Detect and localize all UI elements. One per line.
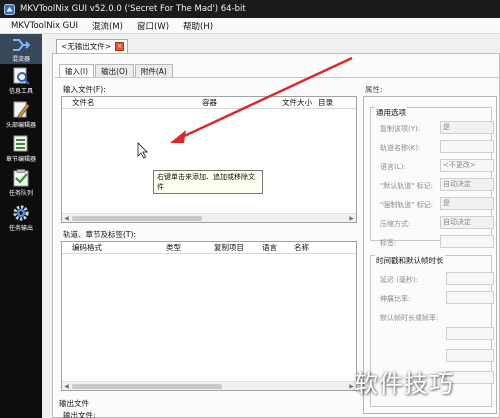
job-queue-icon — [13, 169, 29, 187]
properties-title: 属性: — [365, 85, 383, 94]
sidebar-item-chapter-editor[interactable]: 章节编辑器 — [0, 135, 42, 165]
sidebar-item-info-tool[interactable]: 信息工具 — [0, 67, 42, 97]
title-bar: MKVToolNix GUI v52.0.0 ('Secret For The … — [0, 0, 500, 18]
default-track-flag-select[interactable]: 自动决定 — [440, 178, 494, 191]
forced-track-flag-select[interactable]: 是 — [440, 197, 494, 210]
column-header-name[interactable]: 名称 — [294, 242, 309, 253]
column-header-directory[interactable]: 目录 — [318, 97, 333, 108]
delay-input[interactable] — [446, 272, 494, 285]
sidebar-label-chapter-editor: 章节编辑器 — [5, 156, 36, 163]
output-file-label: 输出文件: — [63, 411, 96, 418]
copy-item-label: 复制该项(Y): — [380, 125, 421, 133]
timing-group-title: 时间戳和默认帧时长 — [375, 255, 445, 266]
document-tab-label: <无输出文件> — [61, 42, 112, 51]
input-files-hscrollbar[interactable]: ◀ ▶ — [62, 213, 356, 222]
column-header-file-size[interactable]: 文件大小 — [282, 97, 312, 108]
column-header-type[interactable]: 类型 — [166, 242, 181, 253]
tracks-label: 轨道、章节及标签(T): — [63, 230, 136, 239]
sub-tab-bar: 输入(I) 输出(O) 附件(A) — [59, 64, 174, 77]
column-header-copy-item[interactable]: 复制项目 — [214, 242, 244, 253]
language-label: 语言(L): — [380, 163, 406, 171]
sidebar-item-header-editor[interactable]: 头部编辑器 — [0, 101, 42, 131]
sidebar-label-merge: 混流器 — [11, 56, 30, 63]
stretch-ratio-label: 伸展比率: — [380, 295, 411, 303]
menu-help[interactable]: 帮助(H) — [176, 20, 220, 32]
tab-attachments[interactable]: 附件(A) — [134, 64, 173, 77]
scroll-right-icon[interactable]: ▶ — [347, 214, 356, 222]
language-select[interactable]: <不更改> — [440, 159, 494, 172]
app-icon — [4, 3, 15, 15]
document-tab[interactable]: <无输出文件> × — [56, 39, 129, 53]
tab-output[interactable]: 输出(O) — [95, 64, 134, 77]
default-duration-input[interactable] — [446, 327, 494, 340]
menu-mkvtoolnix[interactable]: MKVToolNix GUI — [4, 21, 85, 31]
sidebar-label-job-queue: 任务队列 — [8, 190, 33, 197]
sidebar-label-header-editor: 头部编辑器 — [5, 122, 36, 129]
header-divider — [62, 108, 356, 109]
sidebar-item-job-output[interactable]: 任务输出 — [0, 204, 42, 234]
info-tool-icon — [13, 67, 30, 85]
column-header-codec[interactable]: 编码格式 — [72, 242, 102, 253]
column-header-language[interactable]: 语言 — [262, 242, 277, 253]
scrollbar-thumb[interactable] — [72, 384, 222, 389]
extra-timing-input[interactable] — [446, 349, 494, 362]
menu-multiplexer[interactable]: 混流(M) — [85, 20, 130, 32]
column-header-container[interactable]: 容器 — [202, 97, 217, 108]
scroll-left-icon[interactable]: ◀ — [62, 214, 71, 222]
default-track-flag-label: "默认轨道" 标记: — [380, 182, 434, 190]
tags-input[interactable] — [440, 235, 494, 248]
compression-label: 压缩方式: — [380, 220, 411, 228]
menu-window[interactable]: 窗口(W) — [130, 20, 176, 32]
input-files-list[interactable]: 文件名 容器 文件大小 目录 ◀ ▶ — [61, 96, 357, 223]
general-options-title: 通用选项 — [375, 107, 407, 118]
merge-icon — [13, 39, 30, 51]
sidebar-label-job-output: 任务输出 — [8, 225, 33, 232]
track-name-label: 轨道名称(K): — [380, 144, 421, 152]
watermark: 软件技巧 — [354, 370, 454, 398]
menu-bar: MKVToolNix GUI 混流(M) 窗口(W) 帮助(H) — [0, 18, 500, 34]
chapter-editor-icon — [13, 135, 28, 152]
close-icon[interactable]: × — [115, 42, 125, 51]
scrollbar-thumb[interactable] — [72, 216, 202, 221]
delay-label: 延迟 (毫秒): — [380, 276, 419, 284]
copy-item-select[interactable]: 是 — [440, 121, 494, 134]
scroll-left-icon[interactable]: ◀ — [62, 382, 71, 390]
main-area: <无输出文件> × 输入(I) 输出(O) 附件(A) 输入文件(F): 文件名… — [42, 34, 500, 418]
tags-label: 标签: — [380, 239, 397, 247]
header-editor-icon — [13, 101, 30, 119]
output-group-label: 输出文件 — [59, 399, 89, 408]
track-name-input[interactable] — [440, 140, 494, 153]
tab-input[interactable]: 输入(I) — [59, 64, 95, 77]
input-files-label: 输入文件(F): — [63, 85, 106, 94]
tracks-list[interactable]: 编码格式 类型 复制项目 语言 名称 ◀ ▶ — [61, 241, 357, 391]
gear-icon — [13, 205, 29, 221]
compression-select[interactable]: 自动决定 — [440, 216, 494, 229]
stretch-ratio-input[interactable] — [446, 291, 494, 304]
window-title: MKVToolNix GUI v52.0.0 ('Secret For The … — [20, 4, 246, 14]
header-divider — [62, 253, 356, 254]
forced-track-flag-label: "强制轨道" 标记: — [380, 201, 434, 209]
default-duration-label: 默认帧时长或帧率: — [380, 314, 439, 322]
tooltip: 右键单击来添加、追加或移除文件 — [153, 170, 263, 194]
sidebar-item-merge[interactable]: 混流器 — [0, 34, 42, 64]
column-header-filename[interactable]: 文件名 — [72, 97, 95, 108]
sidebar-item-job-queue[interactable]: 任务队列 — [0, 169, 42, 199]
sidebar-label-info-tool: 信息工具 — [8, 88, 33, 95]
tracks-hscrollbar[interactable]: ◀ ▶ — [62, 381, 356, 390]
tool-sidebar: 混流器 信息工具 头部编辑器 章节编辑器 任务队列 任务输出 — [0, 34, 42, 418]
